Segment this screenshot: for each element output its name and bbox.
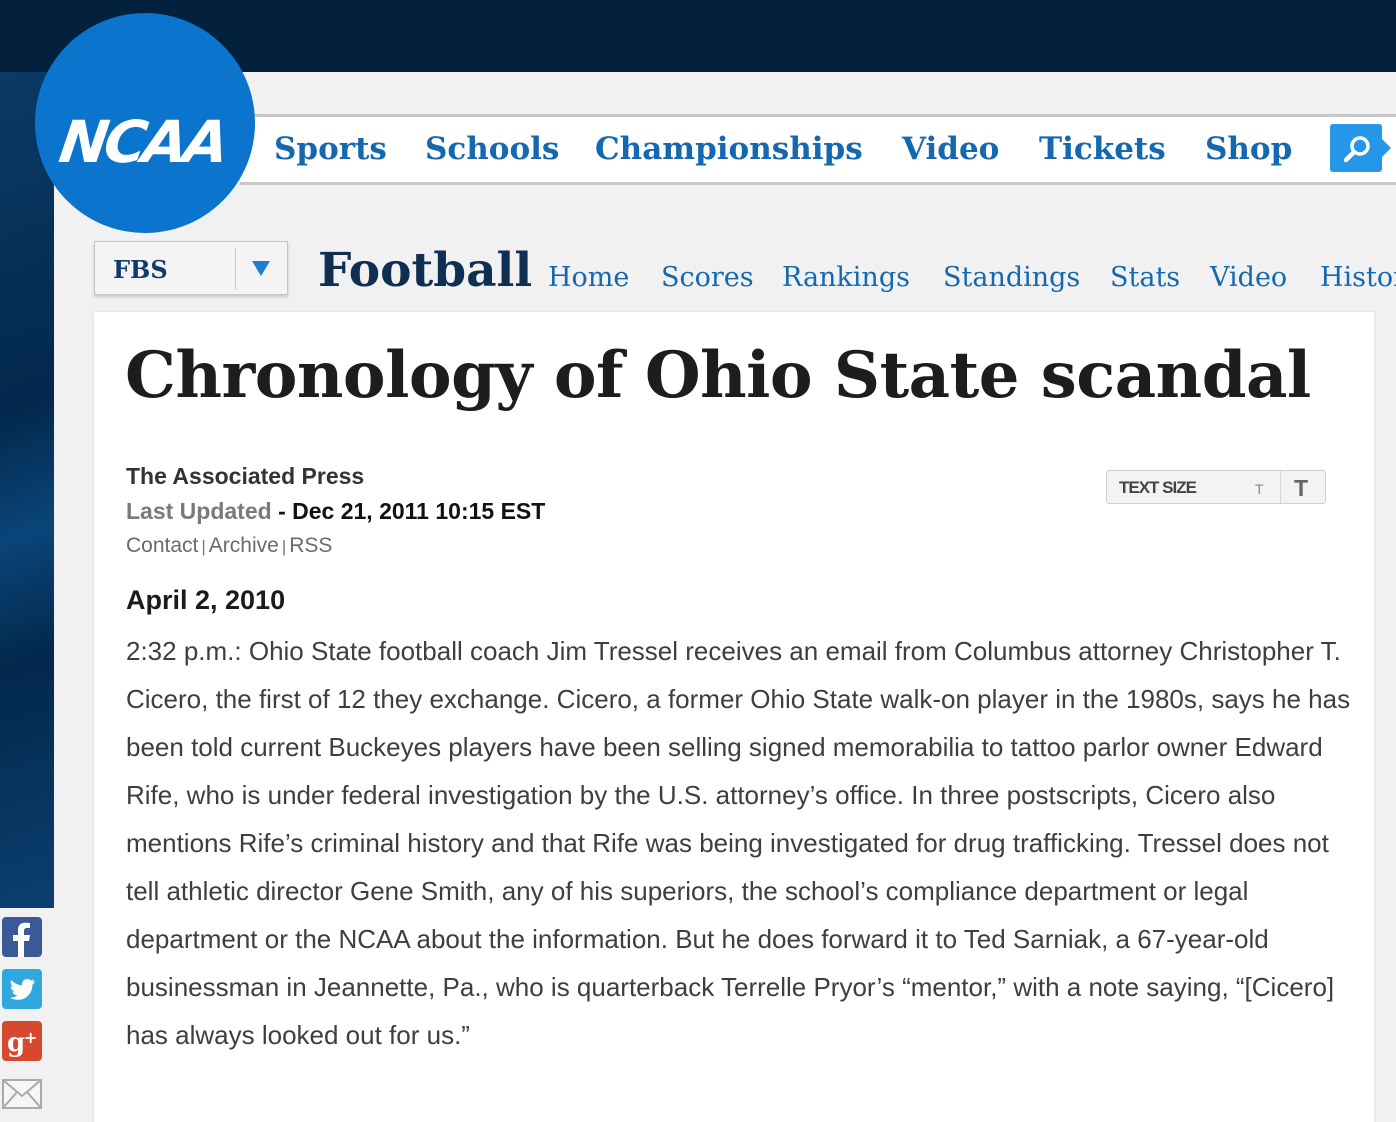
link-separator: | — [201, 537, 206, 556]
article-byline: The Associated Press — [126, 463, 365, 489]
subnav-scores[interactable]: Scores — [661, 262, 754, 293]
nav-shop[interactable]: Shop — [1205, 131, 1292, 167]
link-separator: | — [281, 537, 287, 556]
subnav-history[interactable]: History — [1320, 262, 1396, 293]
archive-link[interactable]: Archive — [209, 534, 279, 557]
last-updated-value: - Dec 21, 2011 10:15 EST — [271, 498, 546, 524]
nav-tickets[interactable]: Tickets — [1039, 131, 1166, 167]
subnav-standings[interactable]: Standings — [943, 262, 1080, 293]
article-headline: Chronology of Ohio State scandal — [125, 338, 1311, 413]
text-size-small-button[interactable]: T — [1255, 481, 1264, 497]
search-icon — [1343, 136, 1370, 163]
main-nav: Sports Schools Championships Video Ticke… — [240, 114, 1396, 185]
division-select[interactable]: FBS — [94, 241, 288, 295]
select-divider — [235, 248, 236, 290]
contact-link[interactable]: Contact — [126, 534, 198, 557]
twitter-icon — [2, 969, 42, 1009]
svg-text:g: g — [7, 1028, 25, 1058]
nav-schools[interactable]: Schools — [425, 131, 559, 167]
rss-link[interactable]: RSS — [289, 534, 332, 557]
division-selected-value: FBS — [113, 255, 168, 284]
facebook-share-button[interactable] — [2, 917, 42, 957]
subnav-home[interactable]: Home — [548, 262, 629, 293]
left-background-panel — [0, 72, 54, 908]
svg-text:+: + — [24, 1028, 37, 1047]
sport-title[interactable]: Football — [318, 243, 532, 298]
subnav-video[interactable]: Video — [1210, 262, 1287, 293]
subnav-rankings[interactable]: Rankings — [782, 262, 910, 293]
search-button[interactable] — [1330, 124, 1391, 172]
entry-date: April 2, 2010 — [126, 585, 286, 615]
facebook-icon — [2, 917, 42, 957]
ncaa-logo[interactable]: NCAA — [35, 13, 255, 233]
author-links: Contact | Archive | RSS — [126, 534, 332, 558]
logo-text: NCAA — [55, 108, 230, 176]
last-updated-label: Last Updated — [126, 498, 272, 524]
nav-video[interactable]: Video — [902, 131, 999, 167]
text-size-large-button[interactable]: T — [1294, 475, 1308, 502]
google-plus-icon: g + — [2, 1021, 42, 1061]
nav-sports[interactable]: Sports — [274, 131, 387, 167]
last-updated: Last Updated - Dec 21, 2011 10:15 EST — [126, 498, 545, 525]
text-size-label: TEXT SIZE — [1119, 478, 1197, 497]
entry-body: 2:32 p.m.: Ohio State football coach Jim… — [126, 636, 1351, 1050]
email-share-button[interactable] — [2, 1073, 42, 1113]
text-size-divider — [1280, 471, 1281, 503]
twitter-share-button[interactable] — [2, 969, 42, 1009]
subnav-stats[interactable]: Stats — [1110, 262, 1180, 293]
chevron-down-icon — [252, 261, 270, 276]
email-icon — [2, 1079, 42, 1109]
nav-championships[interactable]: Championships — [595, 131, 863, 167]
text-size-control: TEXT SIZE T T — [1106, 470, 1326, 504]
google-plus-share-button[interactable]: g + — [2, 1021, 42, 1061]
